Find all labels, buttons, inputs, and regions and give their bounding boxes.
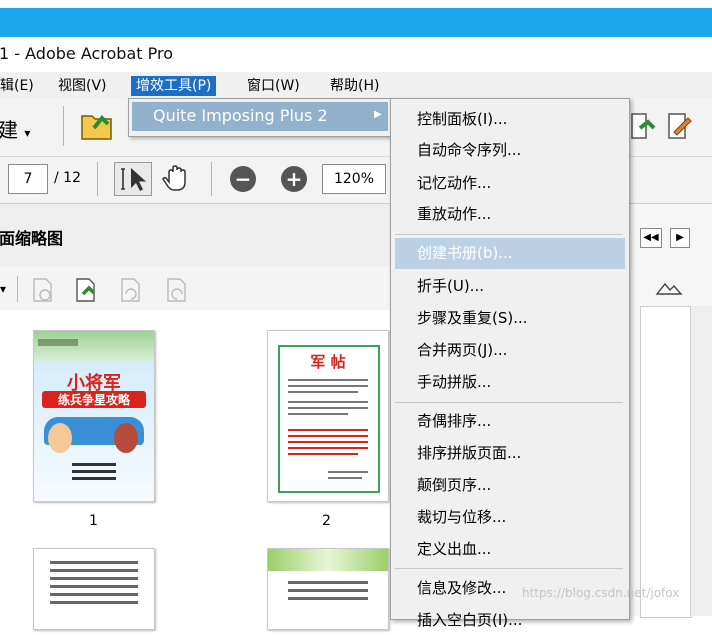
- menu-item-insert-blank-pages[interactable]: 插入空白页(I)...: [417, 605, 522, 635]
- panel-title-prefix: 面: [0, 229, 16, 248]
- plugins-menu: Quite Imposing Plus 2 ▶: [128, 98, 392, 137]
- zoom-input[interactable]: 120%: [322, 164, 386, 194]
- menu-item-auto-sequence[interactable]: 自动命令序列...: [417, 135, 521, 165]
- menu-item-create-booklet[interactable]: 创建书册(b)...: [417, 238, 513, 268]
- mountain-icon[interactable]: [655, 280, 683, 300]
- rotate-page-ccw-icon[interactable]: [164, 276, 190, 308]
- window-titlebar[interactable]: [0, 8, 712, 37]
- menu-item-info-modify[interactable]: 信息及修改...: [417, 573, 506, 603]
- quite-imposing-menu: 控制面板(I)... 自动命令序列... 记忆动作... 重放动作... 创建书…: [390, 98, 630, 629]
- share-icon[interactable]: [628, 110, 658, 146]
- menu-plugins[interactable]: 增效工具(P): [131, 76, 217, 96]
- page-thumbnail-3[interactable]: [33, 548, 155, 630]
- menu-separator: [395, 402, 623, 403]
- menu-item-quite-imposing[interactable]: Quite Imposing Plus 2: [153, 106, 328, 125]
- menu-item-merge-pages[interactable]: 合并两页(J)...: [417, 335, 507, 365]
- page-canvas-edge: [640, 306, 692, 618]
- submenu-arrow-icon: ▶: [374, 109, 382, 120]
- insert-page-icon[interactable]: [73, 276, 101, 308]
- window-title: 1 - Adobe Acrobat Pro: [0, 44, 173, 63]
- chevron-down-icon[interactable]: ▾: [0, 282, 6, 296]
- page-number-label: 2: [322, 513, 331, 529]
- delete-page-icon[interactable]: [30, 276, 56, 308]
- menu-item-replay-action[interactable]: 重放动作...: [417, 199, 491, 229]
- page-number-label: 1: [89, 513, 98, 529]
- page-thumbnail-4[interactable]: [267, 548, 389, 630]
- sign-icon[interactable]: [664, 110, 694, 146]
- zoom-in-icon[interactable]: +: [281, 166, 307, 192]
- expand-right-icon[interactable]: ▶: [670, 228, 690, 248]
- toolbar-divider: [211, 162, 212, 196]
- collapse-left-icon[interactable]: ◀◀: [640, 228, 662, 248]
- panel-title-text: 缩略图: [15, 229, 64, 248]
- menu-item-remember-action[interactable]: 记忆动作...: [417, 168, 491, 198]
- zoom-out-icon[interactable]: −: [230, 166, 256, 192]
- page-thumbnail-1[interactable]: 小将军 练兵争星攻略: [33, 330, 155, 502]
- menu-item-manual-imposition[interactable]: 手动拼版...: [417, 367, 491, 397]
- open-folder-icon[interactable]: [80, 108, 116, 146]
- panel-toolbar: [0, 266, 390, 310]
- menu-item-fold[interactable]: 折手(U)...: [417, 271, 484, 301]
- menu-item-sort-imposition-pages[interactable]: 排序拼版页面...: [417, 438, 521, 468]
- panel-title: 面缩略图: [0, 225, 63, 249]
- menu-item-control-panel[interactable]: 控制面板(I)...: [417, 104, 507, 134]
- page-total: / 12: [54, 170, 81, 186]
- menu-item-trim-shift[interactable]: 裁切与位移...: [417, 502, 506, 532]
- create-button[interactable]: 建 ▾: [0, 114, 30, 143]
- menu-view[interactable]: 视图(V): [58, 76, 107, 96]
- menu-item-reverse-pages[interactable]: 颠倒页序...: [417, 470, 491, 500]
- toolbar-divider: [17, 276, 18, 302]
- menu-item-odd-even-sort[interactable]: 奇偶排序...: [417, 406, 491, 436]
- menu-edit[interactable]: 辑(E): [0, 76, 34, 96]
- hand-tool-icon[interactable]: [160, 162, 192, 200]
- menu-separator: [395, 234, 623, 235]
- watermark-text: https://blog.csdn.net/jofox: [522, 586, 680, 600]
- rotate-page-icon[interactable]: [118, 276, 144, 308]
- menu-separator: [395, 568, 623, 569]
- page-number-input[interactable]: 7: [8, 164, 48, 194]
- page-thumbnail-2[interactable]: 军 帖: [267, 330, 389, 502]
- thumb2-headline: 军 帖: [310, 353, 346, 371]
- chevron-down-icon: ▾: [24, 126, 31, 140]
- thumb1-subtitle: 练兵争星攻略: [42, 391, 146, 408]
- screen-top-edge: [0, 0, 712, 8]
- menu-help[interactable]: 帮助(H): [330, 76, 379, 96]
- toolbar-divider: [63, 106, 64, 146]
- toolbar-divider: [97, 162, 98, 196]
- menu-item-define-bleed[interactable]: 定义出血...: [417, 534, 491, 564]
- menu-window[interactable]: 窗口(W): [247, 76, 300, 96]
- vertical-scrollbar[interactable]: [690, 306, 712, 616]
- menu-item-step-repeat[interactable]: 步骤及重复(S)...: [417, 303, 528, 333]
- create-label: 建: [0, 118, 18, 142]
- select-tool-icon[interactable]: [114, 162, 152, 196]
